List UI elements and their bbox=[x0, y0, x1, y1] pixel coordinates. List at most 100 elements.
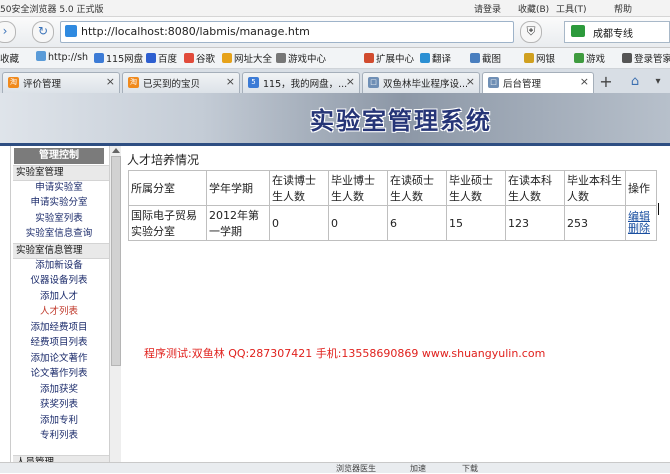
sidebar-item-device-list[interactable]: 仪器设备列表 bbox=[11, 274, 107, 288]
column-header: 操作 bbox=[625, 170, 657, 206]
search-box[interactable]: 成都专线 bbox=[564, 21, 670, 43]
column-header: 在读本科生人数 bbox=[505, 170, 565, 206]
sidebar-item-add-talent[interactable]: 添加人才 bbox=[11, 290, 107, 304]
new-tab-button[interactable]: + bbox=[596, 73, 616, 91]
home-icon[interactable]: ⌂ bbox=[624, 73, 646, 91]
sidebar-group-lab[interactable]: 实验室管理 bbox=[13, 165, 110, 181]
status-doctor[interactable]: 浏览器医生 bbox=[336, 463, 376, 474]
scissors-icon bbox=[470, 53, 480, 63]
sidebar-item-lab-list[interactable]: 实验室列表 bbox=[11, 212, 107, 226]
tab-purchased[interactable]: 淘 已买到的宝贝 × bbox=[122, 72, 240, 93]
sidebar-scrollbar[interactable] bbox=[109, 146, 121, 462]
sidebar-item-patent-list[interactable]: 专利列表 bbox=[11, 429, 107, 443]
status-accelerate[interactable]: 加速 bbox=[410, 463, 426, 474]
tab-shuangyulin[interactable]: □ 双鱼林毕业程序设... × bbox=[362, 72, 480, 93]
table-row: 国际电子贸易实验分室 2012年第一学期 0 0 6 15 123 253 编辑… bbox=[128, 205, 657, 241]
column-header: 在读博士生人数 bbox=[269, 170, 329, 206]
login-link[interactable]: 请登录 bbox=[474, 2, 501, 15]
games-button[interactable]: 游戏 bbox=[574, 51, 605, 65]
system-title: 实验室管理系统 bbox=[310, 106, 492, 135]
delete-link[interactable]: 删除 bbox=[628, 223, 654, 235]
sidebar-item-apply-subroom[interactable]: 申请实验分室 bbox=[11, 196, 107, 210]
sidebar-item-apply-lab[interactable]: 申请实验室 bbox=[11, 181, 107, 195]
cloud-icon bbox=[94, 53, 104, 63]
password-manager-button[interactable]: 登录管家 bbox=[622, 51, 670, 65]
main-content: 人才培养情况 所属分室 学年学期 在读博士生人数 毕业博士生人数 在读硕士生人数… bbox=[122, 146, 670, 462]
address-bar[interactable]: http://localhost:8080/labmis/manage.htm bbox=[60, 21, 514, 43]
sidebar-item-add-fund[interactable]: 添加经费项目 bbox=[11, 321, 107, 335]
bookmark-baidu[interactable]: 百度 bbox=[146, 51, 177, 65]
bookmark-site-directory[interactable]: 网址大全 bbox=[222, 51, 272, 65]
column-header: 毕业硕士生人数 bbox=[446, 170, 506, 206]
sidebar-item-add-patent[interactable]: 添加专利 bbox=[11, 414, 107, 428]
tab-strip: 淘 评价管理 × 淘 已买到的宝贝 × 5 115，我的网盘，... × □ 双… bbox=[0, 69, 670, 94]
game-icon bbox=[574, 53, 584, 63]
scroll-up-icon[interactable] bbox=[112, 148, 120, 153]
sidebar-item-talent-list[interactable]: 人才列表 bbox=[11, 305, 107, 319]
online-bank-button[interactable]: 网银 bbox=[524, 51, 555, 65]
page-icon bbox=[65, 25, 77, 37]
navigation-bar: › ↻ http://localhost:8080/labmis/manage.… bbox=[0, 17, 670, 48]
refresh-button[interactable]: ↻ bbox=[32, 21, 54, 43]
window-title-bar: 50安全浏览器 5.0 正式版 请登录 收藏(B) 工具(T) 帮助 bbox=[0, 0, 670, 17]
bookmark-favorites[interactable]: 收藏 bbox=[0, 51, 19, 65]
close-icon[interactable]: × bbox=[106, 75, 115, 88]
bookmark-game-center[interactable]: 游戏中心 bbox=[276, 51, 326, 65]
forward-button[interactable]: › bbox=[0, 21, 16, 43]
status-download[interactable]: 下载 bbox=[462, 463, 478, 474]
search-engine-icon bbox=[571, 25, 585, 37]
tab-favicon-icon: 淘 bbox=[8, 77, 19, 88]
bookmark-http-sh[interactable]: http://sh bbox=[36, 51, 88, 63]
security-shield-icon[interactable]: ⛨ bbox=[520, 21, 542, 43]
baidu-icon bbox=[146, 53, 156, 63]
sidebar-item-lab-query[interactable]: 实验室信息查询 bbox=[11, 227, 107, 241]
tools-menu[interactable]: 工具(T) bbox=[556, 2, 587, 15]
sidebar-item-add-award[interactable]: 添加获奖 bbox=[11, 383, 107, 397]
close-icon[interactable]: × bbox=[226, 75, 235, 88]
text-cursor bbox=[658, 203, 659, 215]
google-icon bbox=[184, 53, 194, 63]
tab-favicon-icon: 5 bbox=[248, 77, 259, 88]
favorites-menu[interactable]: 收藏(B) bbox=[518, 2, 549, 15]
sidebar-item-fund-list[interactable]: 经费项目列表 bbox=[11, 336, 107, 350]
sidebar-item-add-paper[interactable]: 添加论文著作 bbox=[11, 352, 107, 366]
column-header: 毕业博士生人数 bbox=[328, 170, 388, 206]
cell-undergrad-graduated: 253 bbox=[564, 205, 626, 241]
cell-room: 国际电子贸易实验分室 bbox=[128, 205, 207, 241]
star-icon bbox=[222, 53, 232, 63]
bookmark-115[interactable]: 115网盘 bbox=[94, 51, 143, 65]
key-icon bbox=[622, 53, 632, 63]
sidebar-group-lab-info[interactable]: 实验室信息管理 bbox=[13, 243, 110, 259]
tab-menu-icon[interactable]: ▾ bbox=[650, 73, 666, 91]
tab-admin[interactable]: □ 后台管理 × bbox=[482, 72, 594, 93]
close-icon[interactable]: × bbox=[580, 75, 589, 88]
scrollbar-thumb[interactable] bbox=[111, 156, 121, 366]
tab-favicon-icon: 淘 bbox=[128, 77, 139, 88]
page-title: 人才培养情况 bbox=[127, 153, 200, 167]
bookmarks-bar: 收藏 http://sh 115网盘 百度 谷歌 网址大全 游戏中心 扩展中心 … bbox=[0, 48, 670, 69]
puzzle-icon bbox=[364, 53, 374, 63]
sidebar: 管理控制 实验室管理 申请实验室 申请实验分室 实验室列表 实验室信息查询 实验… bbox=[10, 146, 112, 472]
sidebar-item-award-list[interactable]: 获奖列表 bbox=[11, 398, 107, 412]
column-header: 所属分室 bbox=[128, 170, 207, 206]
bank-icon bbox=[524, 53, 534, 63]
cell-phd-graduated: 0 bbox=[328, 205, 388, 241]
sidebar-item-paper-list[interactable]: 论文著作列表 bbox=[11, 367, 107, 381]
column-header: 毕业本科生人数 bbox=[564, 170, 626, 206]
extension-center[interactable]: 扩展中心 bbox=[364, 51, 414, 65]
tab-115-disk[interactable]: 5 115，我的网盘，... × bbox=[242, 72, 360, 93]
sidebar-item-add-device[interactable]: 添加新设备 bbox=[11, 259, 107, 273]
translate-button[interactable]: 翻译 bbox=[420, 51, 451, 65]
cell-term: 2012年第一学期 bbox=[206, 205, 270, 241]
gamepad-icon bbox=[276, 53, 286, 63]
help-menu[interactable]: 帮助 bbox=[614, 2, 632, 15]
cell-master-current: 6 bbox=[387, 205, 447, 241]
cell-undergrad-current: 123 bbox=[505, 205, 565, 241]
tab-evaluation[interactable]: 淘 评价管理 × bbox=[2, 72, 120, 93]
tab-favicon-icon: □ bbox=[368, 77, 379, 88]
screenshot-button[interactable]: 截图 bbox=[470, 51, 501, 65]
close-icon[interactable]: × bbox=[466, 75, 475, 88]
page-banner: 实验室管理系统 bbox=[0, 93, 670, 143]
close-icon[interactable]: × bbox=[346, 75, 355, 88]
bookmark-google[interactable]: 谷歌 bbox=[184, 51, 215, 65]
